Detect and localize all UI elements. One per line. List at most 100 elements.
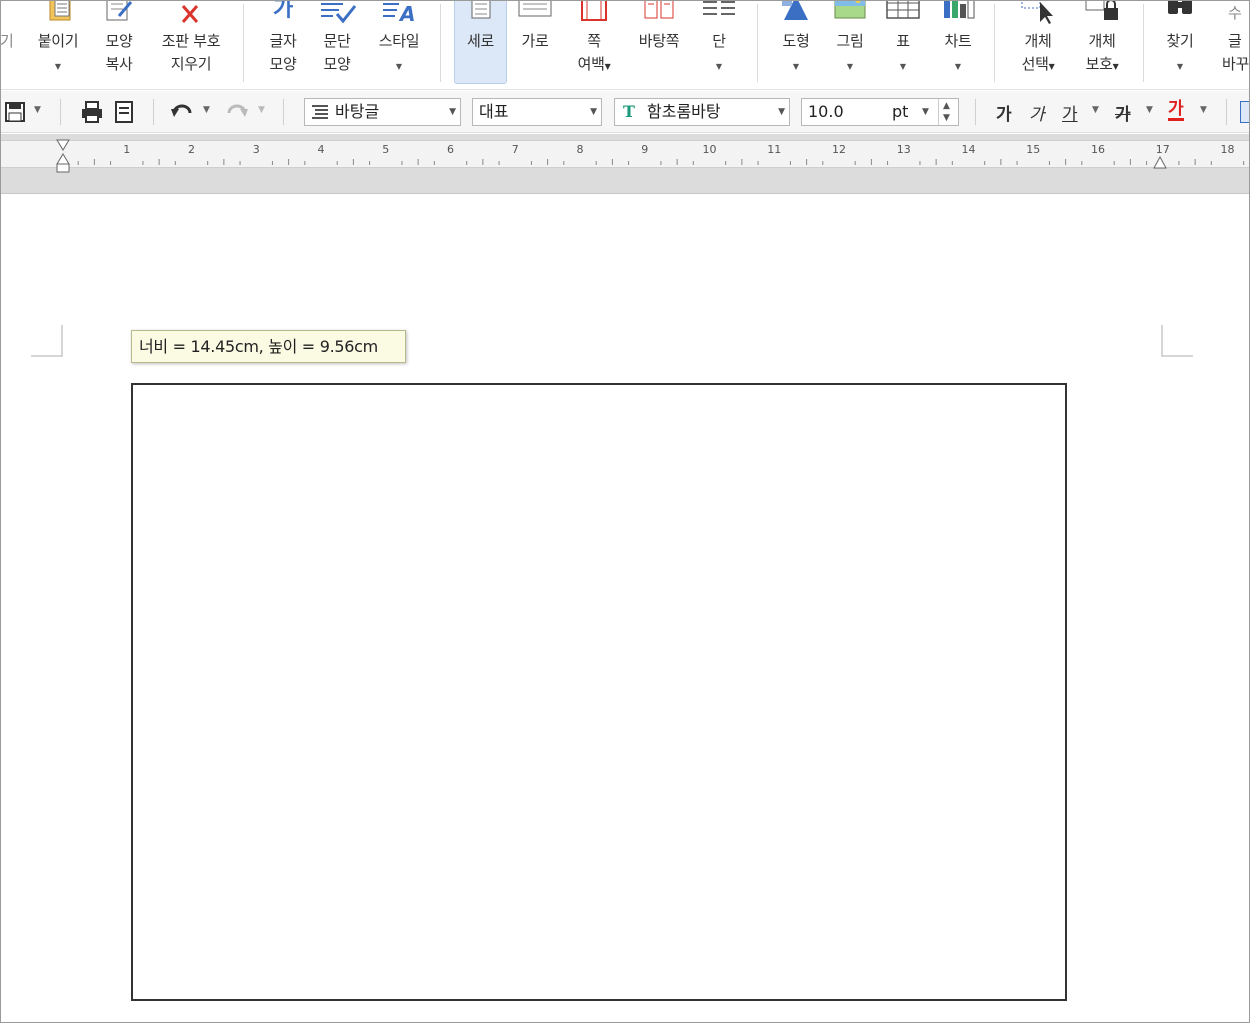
paste-button[interactable]: 붙이기 ▼ — [28, 0, 88, 86]
ribbon-divider — [757, 4, 758, 82]
language-select[interactable]: 대표 ▼ — [472, 98, 602, 126]
shape-icon — [782, 0, 808, 20]
page-margin-button[interactable]: 쪽 여백▼ — [566, 0, 622, 86]
chevron-down-icon: ▼ — [792, 62, 800, 71]
bold-button[interactable]: 가 — [996, 100, 1012, 125]
ruler-number: 2 — [188, 143, 195, 156]
chevron-down-icon[interactable]: ▼ — [1092, 105, 1099, 115]
redo-icon[interactable] — [225, 101, 249, 123]
object-select-button[interactable]: 개체 선택▼ — [1010, 0, 1066, 86]
chevron-down-icon: ▼ — [846, 62, 854, 71]
columns-icon — [703, 1, 735, 15]
toolbar-divider — [153, 99, 154, 125]
print-icon[interactable] — [80, 101, 104, 123]
ruler-number: 8 — [576, 143, 584, 156]
font-size-field[interactable]: 10.0 pt ▼ ▲ ▼ — [801, 98, 959, 126]
left-indent-marker[interactable] — [55, 139, 71, 173]
chevron-down-icon: ▼ — [604, 62, 611, 71]
para-shape-icon — [321, 3, 357, 24]
ruler-number: 16 — [1091, 143, 1105, 156]
chevron-down-icon: ▼ — [899, 62, 907, 71]
find-icon — [1168, 0, 1192, 14]
ribbon-divider — [1143, 4, 1144, 82]
ruler-number: 5 — [382, 143, 390, 156]
chevron-down-icon: ▼ — [954, 62, 962, 71]
underline-button[interactable]: 가 — [1062, 100, 1078, 125]
chevron-down-icon[interactable]: ▼ — [258, 105, 265, 115]
replace-button-partial[interactable]: 수 글 바꾸 — [1222, 0, 1250, 86]
ruler-number: 6 — [447, 143, 454, 156]
ruler-number: 1 — [123, 143, 131, 156]
svg-text:A: A — [398, 2, 415, 24]
ruler-number: 7 — [511, 143, 519, 156]
chevron-down-icon[interactable]: ▼ — [1200, 105, 1207, 115]
chevron-down-icon: ▼ — [395, 62, 403, 71]
horizontal-ruler[interactable]: 1 2 3 4 5 6 7 8 9 10 11 12 13 14 15 16 17 18 — [0, 139, 1250, 173]
formatting-toolbar: ▼ ▼ ▼ 바탕글 ▼ 대표 ▼ T 함초롬바탕 ▼ 10.0 pt ▼ ▲ ▼… — [0, 91, 1250, 133]
page-corner-mark-right — [1161, 325, 1193, 357]
right-indent-marker[interactable] — [1152, 153, 1168, 171]
landscape-button[interactable]: 가로 — [512, 0, 558, 86]
toolbar-divider — [283, 99, 284, 125]
clear-marks-button[interactable]: 조판 부호 지우기 — [152, 0, 230, 86]
partial-toolbar-button[interactable] — [1240, 101, 1250, 123]
portrait-button[interactable]: 세로 — [454, 0, 507, 84]
style-button[interactable]: A 스타일 ▼ — [370, 0, 428, 86]
ruler-number: 9 — [641, 143, 649, 156]
landscape-icon — [518, 0, 552, 17]
object-protect-button[interactable]: 개체 보호▼ — [1074, 0, 1130, 86]
italic-button[interactable]: 가 — [1029, 100, 1045, 125]
object-protect-icon — [1085, 0, 1118, 20]
drawn-rectangle-shape[interactable] — [131, 383, 1067, 1001]
find-button[interactable]: 찾기 ▼ — [1156, 0, 1204, 86]
master-page-icon — [644, 0, 674, 19]
ribbon: 기 붙이기 ▼ 모양 복사 조판 부호 지우기 가 글자 모양 문단 모양 A … — [0, 0, 1250, 90]
ribbon-divider — [440, 4, 441, 82]
picture-button[interactable]: 그림 ▼ — [826, 0, 874, 86]
chevron-down-icon: ▼ — [54, 62, 62, 71]
ribbon-divider — [243, 4, 244, 82]
ribbon-partial-left[interactable]: 기 — [0, 0, 18, 86]
toolbar-divider — [60, 99, 61, 125]
para-shape-button[interactable]: 문단 모양 — [313, 0, 361, 86]
ruler-number: 12 — [832, 143, 846, 156]
shape-button[interactable]: 도형 ▼ — [772, 0, 820, 86]
ruler-number: 14 — [961, 143, 976, 156]
master-page-button[interactable]: 바탕쪽 — [630, 0, 688, 86]
chevron-down-icon[interactable]: ▼ — [203, 105, 210, 115]
chevron-down-icon: ▼ — [1048, 62, 1055, 71]
chevron-down-icon: ▼ — [1112, 62, 1119, 71]
document-page[interactable]: 너비 = 14.45cm, 높이 = 9.56cm — [0, 195, 1250, 1023]
ribbon-divider — [994, 4, 995, 82]
ruler-number: 4 — [317, 143, 325, 156]
chevron-down-icon[interactable]: ▼ — [1146, 105, 1153, 115]
chevron-down-icon: ▼ — [1176, 62, 1184, 71]
char-shape-button[interactable]: 가 글자 모양 — [259, 0, 307, 86]
ruler-number: 3 — [252, 143, 260, 156]
page-margin-icon — [581, 0, 607, 21]
object-select-icon — [1021, 0, 1053, 24]
chevron-down-icon: ▼ — [778, 107, 785, 117]
ruler-area: 1 2 3 4 5 6 7 8 9 10 11 12 13 14 15 16 17 18 — [0, 134, 1250, 194]
format-copy-button[interactable]: 모양 복사 — [94, 0, 144, 86]
style-select[interactable]: 바탕글 ▼ — [304, 98, 461, 126]
paste-icon — [49, 0, 71, 21]
font-select[interactable]: T 함초롬바탕 ▼ — [614, 98, 790, 126]
chart-icon — [944, 0, 975, 19]
chevron-down-icon: ▼ — [922, 107, 929, 117]
style-icon: A — [383, 2, 415, 24]
columns-button[interactable]: 단 ▼ — [696, 0, 742, 86]
table-button[interactable]: 표 ▼ — [882, 0, 924, 86]
spin-down-icon[interactable]: ▼ — [943, 105, 950, 125]
font-type-icon: T — [623, 102, 635, 121]
undo-icon[interactable] — [170, 101, 194, 123]
clear-marks-icon — [181, 5, 199, 23]
preview-icon[interactable] — [113, 101, 135, 123]
save-icon[interactable] — [4, 101, 26, 123]
strikethrough-button[interactable]: 가 — [1115, 100, 1131, 125]
size-tooltip: 너비 = 14.45cm, 높이 = 9.56cm — [131, 330, 406, 363]
toolbar-divider — [975, 99, 976, 125]
chart-button[interactable]: 차트 ▼ — [934, 0, 982, 86]
text-color-button[interactable]: 가 — [1168, 100, 1184, 121]
chevron-down-icon[interactable]: ▼ — [34, 105, 41, 115]
